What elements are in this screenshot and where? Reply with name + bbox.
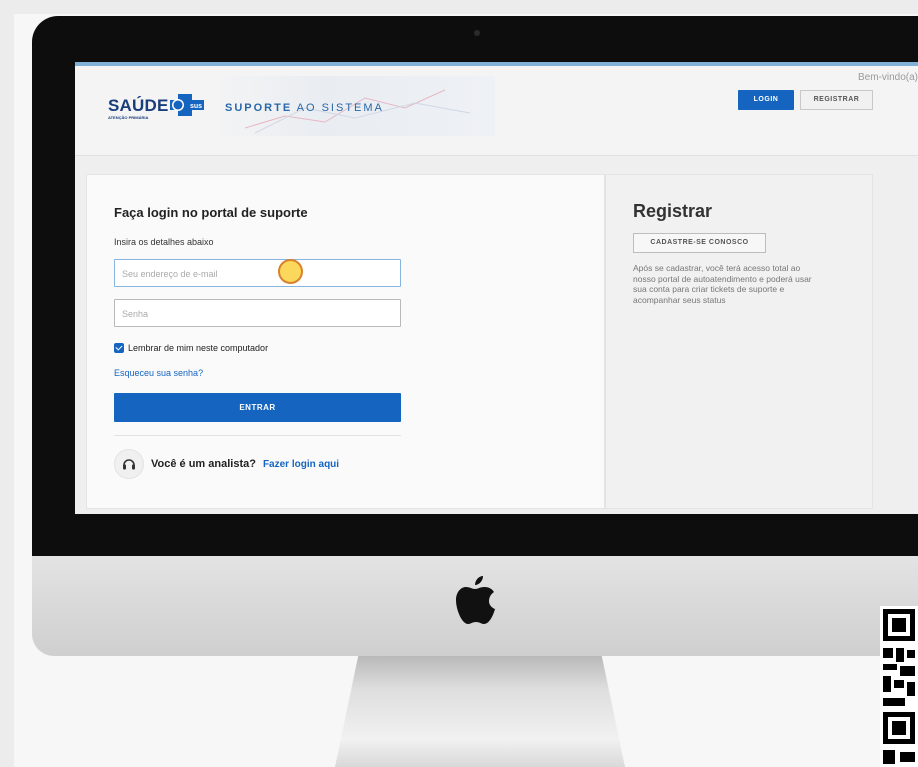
login-card: Faça login no portal de suporte Insira o… (86, 174, 605, 509)
remember-checkbox[interactable] (114, 343, 124, 353)
svg-text:sus: sus (190, 103, 202, 110)
register-card: Registrar CADASTRE-SE CONOSCO Após se ca… (605, 174, 873, 509)
apple-logo-icon (456, 576, 495, 624)
forgot-password-link[interactable]: Esqueceu sua senha? (114, 368, 203, 378)
password-field[interactable]: Senha (114, 299, 401, 327)
analyst-question: Você é um analista? (151, 458, 256, 470)
remember-label: Lembrar de mim neste computador (128, 343, 269, 353)
header-register-button[interactable]: REGISTRAR (800, 90, 873, 110)
click-indicator (278, 259, 303, 284)
headset-icon (114, 449, 144, 479)
banner-title: SUPORTE AO SISTEMA (225, 102, 384, 114)
header-login-button[interactable]: LOGIN (738, 90, 794, 110)
analyst-login-link[interactable]: Fazer login aqui (263, 459, 339, 470)
site-header: SAÚDE ATENÇÃO PRIMÁRIA sus SUPORTE AO SI… (75, 66, 918, 156)
logo-word: SAÚDE (108, 96, 169, 115)
divider (114, 435, 401, 436)
monitor-screen: SAÚDE ATENÇÃO PRIMÁRIA sus SUPORTE AO SI… (75, 62, 918, 514)
login-title: Faça login no portal de suporte (114, 205, 308, 220)
camera-icon (474, 30, 480, 36)
analyst-login-row: Você é um analista? Fazer login aqui (114, 449, 339, 479)
sus-badge-icon: sus (170, 94, 204, 116)
monitor-stand (335, 656, 625, 767)
submit-button[interactable]: ENTRAR (114, 393, 401, 422)
register-title: Registrar (633, 201, 713, 221)
page-background: SAÚDE ATENÇÃO PRIMÁRIA sus SUPORTE AO SI… (0, 0, 918, 767)
register-description: Após se cadastrar, você terá acesso tota… (633, 263, 812, 305)
signup-button[interactable]: CADASTRE-SE CONOSCO (633, 233, 766, 253)
qr-code-icon (880, 606, 918, 767)
login-subtitle: Insira os detalhes abaixo (114, 237, 214, 247)
brand-logo[interactable]: SAÚDE ATENÇÃO PRIMÁRIA sus (108, 94, 204, 120)
remember-me[interactable]: Lembrar de mim neste computador (114, 343, 268, 353)
welcome-text: Bem-vindo(a) (857, 72, 918, 83)
email-field[interactable]: Seu endereço de e-mail (114, 259, 401, 287)
